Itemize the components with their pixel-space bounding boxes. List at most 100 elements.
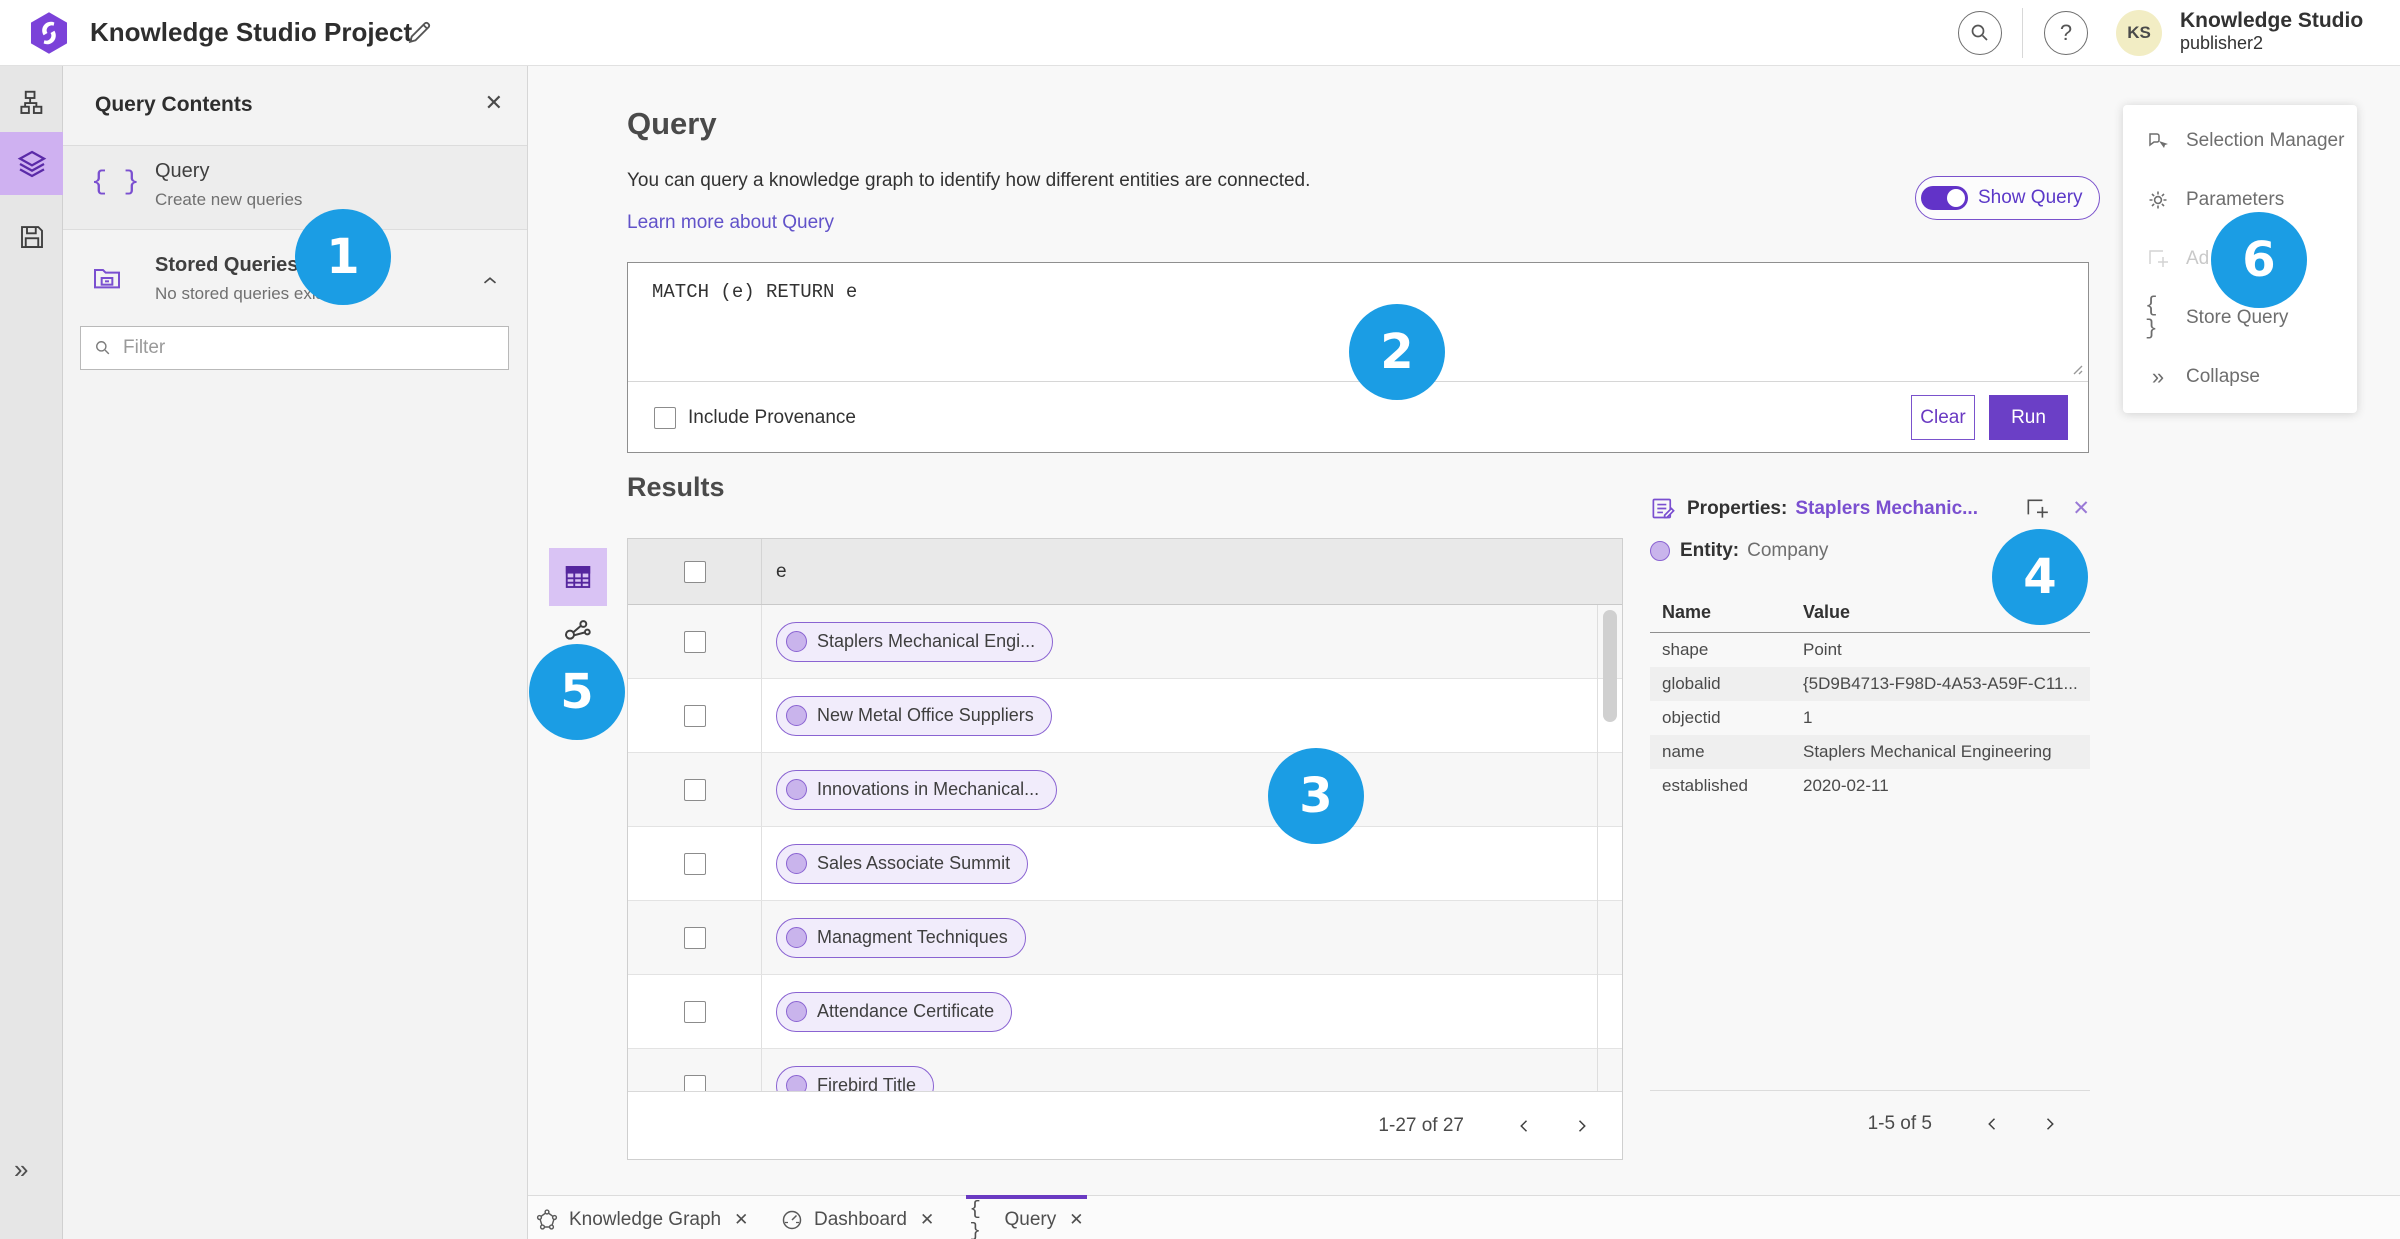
table-row[interactable]: Attendance Certificate [628, 975, 1622, 1049]
product-name: Knowledge Studio [2180, 9, 2364, 32]
include-provenance-checkbox[interactable] [654, 406, 676, 429]
row-checkbox[interactable] [683, 1074, 706, 1091]
entity-pill[interactable]: New Metal Office Suppliers [776, 695, 1052, 736]
resize-handle[interactable] [2069, 361, 2083, 375]
row-checkbox[interactable] [683, 926, 706, 949]
user-info[interactable]: Knowledge Studio publisher2 [2180, 9, 2363, 54]
close-tab-icon[interactable]: ✕ [920, 1210, 934, 1230]
table-row[interactable]: New Metal Office Suppliers [628, 679, 1622, 753]
entity-dot-icon [786, 631, 807, 652]
menu-item-collapse[interactable]: » Collapse [2123, 348, 2357, 407]
property-row: name Staplers Mechanical Engineering [1650, 735, 2090, 769]
properties-rows: shape Point globalid {5D9B4713-F98D-4A53… [1650, 633, 2090, 803]
stored-queries-subtitle: No stored queries exist [155, 284, 329, 303]
entity-type: Company [1747, 540, 1829, 561]
clear-button[interactable]: Clear [1911, 395, 1975, 440]
left-icon-rail: » [0, 66, 63, 1239]
query-contents-panel: Query Contents ✕ { } Query Create new qu… [63, 66, 528, 1239]
panel-title: Query Contents [95, 93, 253, 116]
table-view-icon[interactable] [549, 548, 607, 606]
layers-icon[interactable] [0, 132, 63, 195]
close-tab-icon[interactable]: ✕ [734, 1210, 748, 1230]
annotation-badge-6: 6 [2211, 212, 2307, 308]
properties-header: Properties: Staplers Mechanic... ✕ [1650, 495, 2090, 522]
braces-icon: { } [91, 168, 140, 198]
results-table-body: Staplers Mechanical Engi... New Metal Of… [628, 605, 1622, 1091]
table-row[interactable]: Sales Associate Summit [628, 827, 1622, 901]
close-tab-icon[interactable]: ✕ [1069, 1210, 1083, 1230]
entity-pill[interactable]: Staplers Mechanical Engi... [776, 621, 1054, 662]
expand-rail-icon[interactable]: » [14, 1154, 28, 1185]
select-all-checkbox[interactable] [683, 560, 706, 583]
entity-pill[interactable]: Managment Techniques [776, 917, 1026, 958]
properties-pagination: 1-5 of 5 [1650, 1090, 2090, 1156]
column-value: Value [1803, 602, 1851, 622]
column-name: Name [1662, 602, 1712, 622]
stored-queries-icon [91, 262, 123, 294]
row-checkbox[interactable] [683, 852, 706, 875]
toggle-track [1921, 186, 1968, 210]
data-model-icon[interactable] [0, 74, 63, 132]
property-row: objectid 1 [1662, 708, 1813, 727]
properties-page-range: 1-5 of 5 [1867, 1112, 1932, 1134]
close-icon[interactable]: ✕ [2072, 496, 2090, 521]
table-row[interactable]: Managment Techniques [628, 901, 1622, 975]
user-avatar[interactable]: KS [2116, 10, 2162, 56]
collapse-icon: » [2151, 364, 2165, 390]
row-checkbox[interactable] [683, 704, 706, 727]
braces-icon: { } [2145, 295, 2158, 342]
query-item-subtitle: Create new queries [155, 190, 303, 209]
table-row[interactable]: Firebird Title [628, 1049, 1622, 1091]
table-row[interactable]: Staplers Mechanical Engi... [628, 605, 1622, 679]
scrollbar-thumb[interactable] [1603, 610, 1617, 722]
results-scrollbar[interactable] [1597, 605, 1622, 1091]
entity-pill[interactable]: Innovations in Mechanical... [776, 769, 1058, 810]
results-table: e Staplers Mechanical Engi... New Metal … [627, 538, 1623, 1160]
save-icon[interactable] [0, 208, 63, 266]
row-checkbox[interactable] [683, 1000, 706, 1023]
table-row[interactable]: Innovations in Mechanical... [628, 753, 1622, 827]
app-logo-icon [26, 10, 72, 56]
entity-dot-icon [786, 1001, 807, 1022]
add-square-icon[interactable] [2024, 496, 2050, 522]
selection-manager-icon [2145, 129, 2171, 153]
tab-dashboard[interactable]: Dashboard ✕ [779, 1195, 934, 1239]
properties-doc-icon [1652, 498, 1675, 519]
query-editor-footer: Include Provenance Clear Run [628, 381, 2088, 453]
edit-pencil-icon[interactable] [404, 18, 434, 48]
row-checkbox[interactable] [683, 778, 706, 801]
run-button[interactable]: Run [1989, 395, 2068, 440]
properties-label: Properties: [1687, 497, 1788, 519]
entity-dot-icon [786, 853, 807, 874]
toggle-knob [1947, 189, 1965, 207]
bottom-tab-bar: Knowledge Graph ✕ Dashboard ✕ { } Query … [528, 1195, 2400, 1239]
search-button[interactable] [1958, 11, 2002, 55]
tab-query[interactable]: { } Query ✕ [966, 1195, 1087, 1239]
entity-pill[interactable]: Sales Associate Summit [776, 843, 1029, 884]
annotation-badge-3: 3 [1268, 748, 1364, 844]
tab-knowledge-graph[interactable]: Knowledge Graph ✕ [534, 1195, 748, 1239]
next-page-icon[interactable] [1566, 1111, 1596, 1141]
menu-item-selection-manager[interactable]: Selection Manager [2123, 111, 2357, 170]
properties-entity-link[interactable]: Staplers Mechanic... [1795, 498, 1978, 520]
filter-input[interactable] [123, 337, 496, 359]
query-description: You can query a knowledge graph to ident… [627, 170, 1311, 191]
next-page-icon[interactable] [2034, 1109, 2064, 1139]
show-query-toggle[interactable]: Show Query [1915, 176, 2100, 220]
add-square-icon [2145, 247, 2171, 271]
entity-pill[interactable]: Attendance Certificate [776, 991, 1013, 1032]
previous-page-icon[interactable] [1978, 1109, 2008, 1139]
knowledge-graph-icon [534, 1208, 560, 1232]
panel-item-query[interactable]: { } Query Create new queries [63, 146, 527, 230]
close-icon[interactable]: ✕ [485, 90, 503, 116]
previous-page-icon[interactable] [1510, 1111, 1540, 1141]
learn-more-link[interactable]: Learn more about Query [627, 212, 834, 234]
entity-dot-icon [1650, 541, 1670, 561]
chevron-up-icon[interactable] [479, 270, 501, 292]
top-bar: Knowledge Studio Project ? KS Knowledge … [0, 0, 2400, 66]
help-button[interactable]: ? [2044, 11, 2088, 55]
dashboard-icon [779, 1208, 805, 1232]
row-checkbox[interactable] [683, 630, 706, 653]
username: publisher2 [2180, 33, 2264, 54]
entity-pill[interactable]: Firebird Title [776, 1065, 935, 1091]
